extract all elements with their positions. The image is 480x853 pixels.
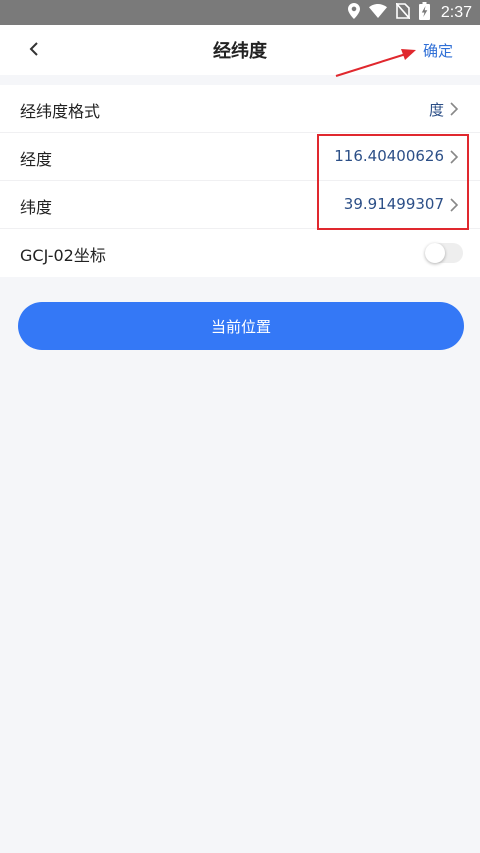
current-location-button[interactable]: 当前位置: [18, 302, 464, 350]
longitude-label: 经度: [20, 150, 53, 169]
location-icon: [347, 2, 360, 23]
format-label: 经纬度格式: [20, 102, 101, 121]
gcj02-label: GCJ-02坐标: [20, 246, 106, 265]
toggle-knob: [425, 243, 445, 263]
gcj02-toggle[interactable]: [425, 243, 463, 263]
no-sim-icon: [395, 1, 411, 23]
battery-charging-icon: [418, 1, 430, 24]
format-row[interactable]: 经纬度格式 度: [0, 85, 480, 133]
status-icons: 2:37: [347, 0, 472, 25]
chevron-right-icon: [448, 100, 460, 118]
status-time: 2:37: [440, 3, 472, 21]
annotation-arrow-icon: [335, 49, 416, 77]
latitude-label: 纬度: [20, 198, 53, 217]
gcj02-row: GCJ-02坐标: [0, 229, 480, 277]
wifi-icon: [368, 3, 387, 22]
format-value: 度: [428, 101, 444, 119]
status-bar: 2:37: [0, 0, 480, 25]
annotation-highlight-box: [317, 134, 469, 230]
